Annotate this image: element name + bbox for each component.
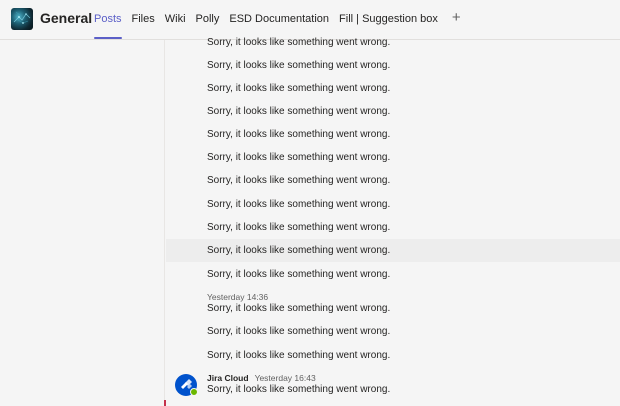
message-list[interactable]: Sorry, it looks like something went wron… xyxy=(166,37,620,406)
team-avatar-image xyxy=(13,11,31,24)
message-text: Sorry, it looks like something went wron… xyxy=(207,199,391,210)
message-text: Sorry, it looks like something went wron… xyxy=(207,129,391,140)
tab-files[interactable]: Files xyxy=(132,0,155,40)
message-text: Sorry, it looks like something went wron… xyxy=(207,175,391,186)
message-item[interactable]: Sorry, it looks like something went wron… xyxy=(166,169,620,192)
message-item[interactable]: Sorry, it looks like something went wron… xyxy=(166,239,620,262)
message-text: Sorry, it looks like something went wron… xyxy=(207,350,391,361)
team-avatar[interactable] xyxy=(11,8,33,30)
message-text: Sorry, it looks like something went wron… xyxy=(207,106,391,117)
message-item[interactable]: Sorry, it looks like something went wron… xyxy=(166,344,620,367)
tab-posts[interactable]: Posts xyxy=(94,0,122,40)
message-item[interactable]: Sorry, it looks like something went wron… xyxy=(166,100,620,123)
message-item[interactable]: Sorry, it looks like something went wron… xyxy=(166,378,620,401)
message-item[interactable]: Sorry, it looks like something went wron… xyxy=(166,146,620,169)
left-panel xyxy=(0,40,166,406)
message-item[interactable]: Sorry, it looks like something went wron… xyxy=(166,31,620,54)
message-text: Sorry, it looks like something went wron… xyxy=(207,384,391,395)
message-text: Sorry, it looks like something went wron… xyxy=(207,269,391,280)
message-item[interactable]: Sorry, it looks like something went wron… xyxy=(166,123,620,146)
message-text: Sorry, it looks like something went wron… xyxy=(207,303,391,314)
message-item[interactable]: Sorry, it looks like something went wron… xyxy=(166,216,620,239)
message-item[interactable]: Sorry, it looks like something went wron… xyxy=(166,193,620,216)
channel-title: General xyxy=(40,10,93,26)
message-text: Sorry, it looks like something went wron… xyxy=(207,326,391,337)
message-item[interactable]: Sorry, it looks like something went wron… xyxy=(166,297,620,320)
message-text: Sorry, it looks like something went wron… xyxy=(207,152,391,163)
message-text: Sorry, it looks like something went wron… xyxy=(207,245,391,256)
message-text: Sorry, it looks like something went wron… xyxy=(207,37,391,48)
message-item[interactable]: Sorry, it looks like something went wron… xyxy=(166,320,620,343)
message-text: Sorry, it looks like something went wron… xyxy=(207,60,391,71)
message-item[interactable]: Sorry, it looks like something went wron… xyxy=(166,263,620,286)
message-text: Sorry, it looks like something went wron… xyxy=(207,222,391,233)
message-item[interactable]: Sorry, it looks like something went wron… xyxy=(166,77,620,100)
message-text: Sorry, it looks like something went wron… xyxy=(207,83,391,94)
message-item[interactable]: Sorry, it looks like something went wron… xyxy=(166,54,620,77)
